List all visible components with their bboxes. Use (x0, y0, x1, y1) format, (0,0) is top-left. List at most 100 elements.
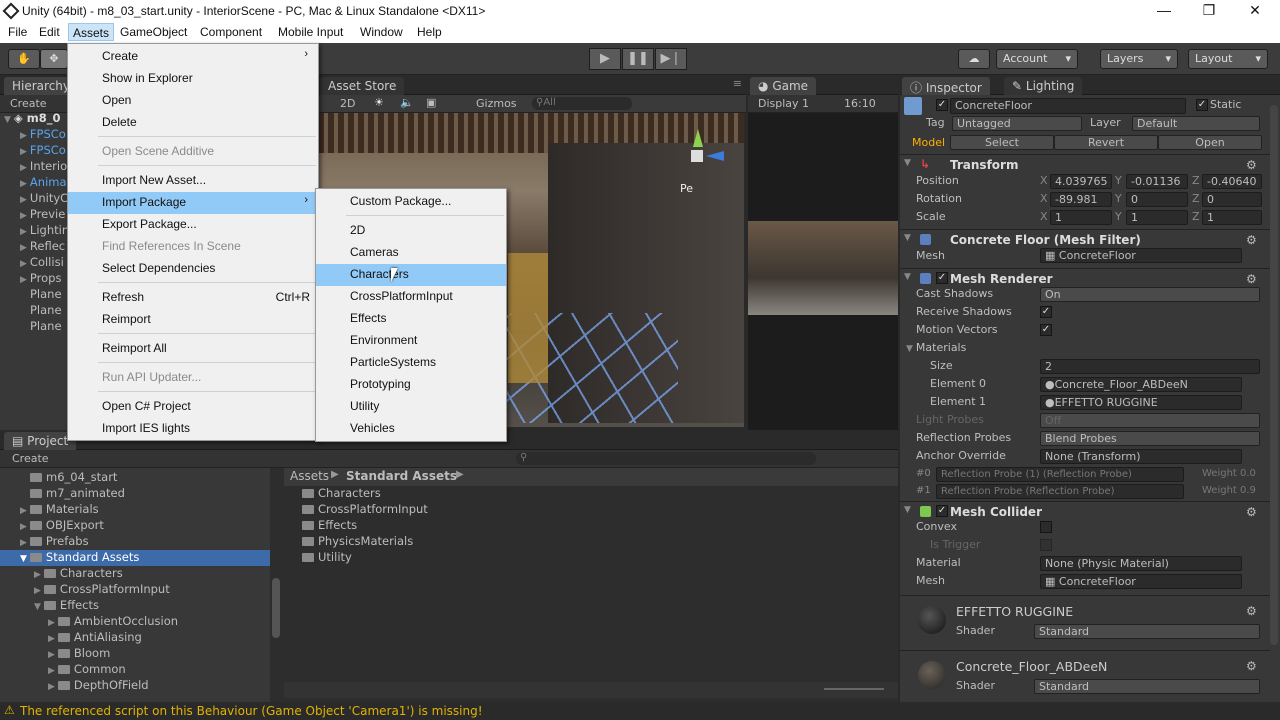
transform-header[interactable]: ▼ ↳ Transform ⚙ (900, 154, 1270, 174)
gizmos-dropdown[interactable]: Gizmos (476, 97, 517, 110)
cast-shadows-dropdown[interactable]: On (1040, 287, 1260, 302)
hierarchy-item[interactable]: ▶ Interio (20, 159, 67, 175)
hierarchy-item[interactable]: ▶ Collisi (20, 255, 64, 271)
menu-item-package-particlesystems[interactable]: ParticleSystems (316, 352, 506, 374)
menu-item-open[interactable]: Open (68, 90, 318, 112)
account-dropdown[interactable]: Account ▾ (996, 49, 1078, 69)
menu-help[interactable]: Help (413, 25, 446, 43)
menu-file[interactable]: File (4, 25, 31, 43)
panel-menu-icon[interactable]: ≡ (733, 77, 742, 90)
menu-item-package-effects[interactable]: Effects (316, 308, 506, 330)
hierarchy-item[interactable]: Plane (30, 303, 62, 319)
tree-item[interactable]: ▶ AntiAliasing (48, 630, 142, 646)
tab-lighting[interactable]: ✎ Lighting (1004, 77, 1083, 95)
materials-foldout[interactable]: ▼ Materials (906, 341, 966, 354)
tab-inspector[interactable]: ⓘ Inspector (902, 77, 990, 95)
folder-item[interactable]: Effects (302, 518, 357, 534)
tree-item[interactable]: ▶ DepthOfField (48, 678, 149, 694)
pause-button[interactable]: ❚❚ (622, 48, 654, 70)
menu-item-package-crossplatforminput[interactable]: CrossPlatformInput (316, 286, 506, 308)
menu-item-package-prototyping[interactable]: Prototyping (316, 374, 506, 396)
mesh-renderer-enabled-checkbox[interactable]: ✓ (936, 272, 948, 284)
model-select-button[interactable]: Select (950, 135, 1054, 150)
rotation-y-field[interactable]: 0 (1126, 192, 1188, 207)
tab-game[interactable]: ◕ Game (750, 77, 817, 95)
materials-size-field[interactable]: 2 (1040, 359, 1260, 374)
layers-dropdown[interactable]: Layers ▾ (1100, 49, 1178, 69)
play-button[interactable]: ▶ (589, 48, 621, 70)
hand-tool-button[interactable]: ✋ (8, 49, 40, 69)
hierarchy-item[interactable]: ▶ Anima (20, 175, 67, 191)
receive-shadows-checkbox[interactable]: ✓ (1040, 306, 1052, 318)
aspect-dropdown[interactable]: 16:10 (844, 97, 876, 110)
breadcrumb-assets[interactable]: Assets (290, 469, 329, 483)
hierarchy-item[interactable]: ▶ Lightin (20, 223, 69, 239)
collider-mesh-field[interactable]: ▦ ConcreteFloor (1040, 574, 1242, 589)
menu-item-reimport-all[interactable]: Reimport All (68, 338, 318, 360)
hierarchy-create-button[interactable]: Create (10, 97, 47, 110)
mesh-field[interactable]: ▦ ConcreteFloor (1040, 248, 1242, 263)
menu-item-reimport[interactable]: Reimport (68, 309, 318, 331)
breadcrumb-standard-assets[interactable]: Standard Assets (346, 469, 457, 483)
status-bar[interactable]: ⚠ The referenced script on this Behaviou… (0, 702, 1280, 720)
hierarchy-item[interactable]: ▶ FPSCo (20, 143, 66, 159)
element1-field[interactable]: ●EFFETTO RUGGINE (1040, 395, 1242, 410)
tab-asset-store[interactable]: Asset Store (320, 77, 405, 95)
menu-item-select-dependencies[interactable]: Select Dependencies (68, 258, 318, 280)
menu-item-package-characters[interactable]: Characters (316, 264, 506, 286)
hierarchy-item[interactable]: ▶ FPSCo (20, 127, 66, 143)
hierarchy-item[interactable]: ▶ UnityC (20, 191, 68, 207)
tree-scrollbar[interactable] (272, 578, 280, 638)
scale-z-field[interactable]: 1 (1202, 210, 1262, 225)
hierarchy-item[interactable]: Plane (30, 319, 62, 335)
hierarchy-item[interactable]: ▶ Props (20, 271, 61, 287)
gear-icon[interactable]: ⚙ (1246, 505, 1257, 519)
shader-dropdown[interactable]: Standard (1034, 624, 1260, 639)
folder-item[interactable]: Utility (302, 550, 352, 566)
layout-dropdown[interactable]: Layout ▾ (1188, 49, 1268, 69)
shader-dropdown[interactable]: Standard (1034, 679, 1260, 694)
mesh-renderer-header[interactable]: ▼ ✓ Mesh Renderer ⚙ (900, 268, 1270, 288)
active-checkbox[interactable]: ✓ (936, 99, 948, 111)
tab-project[interactable]: ▤ Project (4, 432, 77, 450)
menu-item-show-in-explorer[interactable]: Show in Explorer (68, 68, 318, 90)
static-checkbox[interactable]: ✓ (1196, 99, 1208, 111)
scale-x-field[interactable]: 1 (1050, 210, 1112, 225)
tree-item[interactable]: ▶ Bloom (48, 646, 110, 662)
model-open-button[interactable]: Open (1158, 135, 1262, 150)
scale-y-field[interactable]: 1 (1126, 210, 1188, 225)
close-button[interactable]: ✕ (1245, 2, 1265, 19)
gear-icon[interactable]: ⚙ (1246, 659, 1257, 673)
gear-icon[interactable]: ⚙ (1246, 604, 1257, 618)
menu-item-package-cameras[interactable]: Cameras (316, 242, 506, 264)
menu-component[interactable]: Component (196, 25, 266, 43)
tree-item[interactable]: m7_animated (30, 486, 125, 502)
menu-item-package-utility[interactable]: Utility (316, 396, 506, 418)
gear-icon[interactable]: ⚙ (1246, 158, 1257, 172)
tree-item[interactable]: ▶ Materials (20, 502, 99, 518)
lighting-toggle-icon[interactable]: ☀ (374, 96, 384, 109)
mesh-collider-enabled-checkbox[interactable]: ✓ (936, 505, 948, 517)
scene-root[interactable]: ▼ ◈ m8_0 (4, 111, 61, 127)
inspector-scrollbar[interactable] (1270, 105, 1278, 645)
menu-edit[interactable]: Edit (35, 25, 64, 43)
layer-dropdown[interactable]: Default (1132, 116, 1260, 131)
move-tool-button[interactable]: ✥ (40, 49, 68, 69)
hierarchy-item[interactable]: ▶ Reflec (20, 239, 65, 255)
menu-mobile-input[interactable]: Mobile Input (274, 25, 347, 43)
audio-toggle-icon[interactable]: 🔈 (400, 96, 414, 109)
rotation-x-field[interactable]: -89.981 (1050, 192, 1112, 207)
menu-item-refresh[interactable]: Refresh Ctrl+R (68, 287, 318, 309)
motion-vectors-checkbox[interactable]: ✓ (1040, 324, 1052, 336)
gear-icon[interactable]: ⚙ (1246, 272, 1257, 286)
menu-item-import-new-asset[interactable]: Import New Asset... (68, 170, 318, 192)
menu-gameobject[interactable]: GameObject (116, 25, 191, 43)
object-name-field[interactable]: ConcreteFloor (950, 98, 1186, 114)
minimize-button[interactable]: — (1154, 2, 1174, 18)
element0-field[interactable]: ●Concrete_Floor_ABDeeN (1040, 377, 1242, 392)
menu-item-delete[interactable]: Delete (68, 112, 318, 134)
menu-item-custom-package[interactable]: Custom Package... (316, 191, 506, 213)
menu-window[interactable]: Window (356, 25, 407, 43)
gear-icon[interactable]: ⚙ (1246, 233, 1257, 247)
tree-item[interactable]: ▶ CrossPlatformInput (34, 582, 170, 598)
